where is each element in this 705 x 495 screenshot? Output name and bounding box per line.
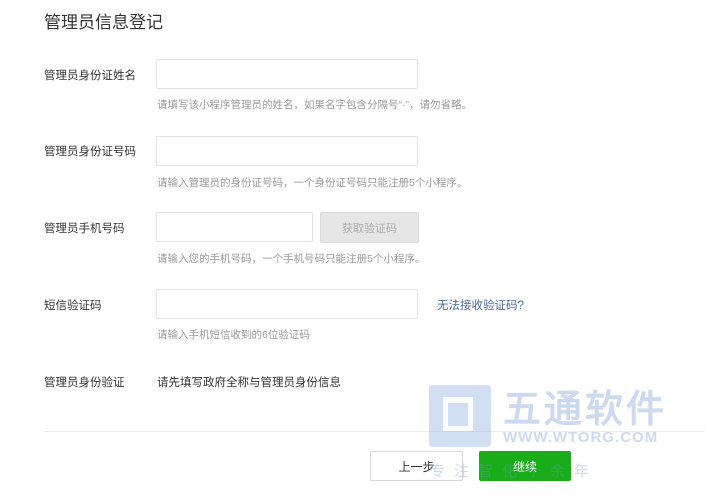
- phone-label: 管理员手机号码: [44, 223, 125, 235]
- sms-code-input[interactable]: [156, 289, 418, 319]
- id-number-label: 管理员身份证号码: [44, 146, 136, 158]
- sms-code-hint: 请输入手机短信收到的6位验证码: [157, 329, 310, 341]
- watermark-name: 五通软件: [503, 389, 668, 431]
- identity-verify-text: 请先填写政府全称与管理员身份信息: [157, 377, 341, 389]
- watermark-url: WWW.WTORG.COM: [503, 429, 659, 446]
- phone-input[interactable]: [156, 212, 313, 242]
- id-number-hint: 请输入管理员的身份证号码，一个身份证号码只能注册5个小程序。: [157, 177, 468, 189]
- watermark-logo-icon: [429, 385, 491, 447]
- page-title: 管理员信息登记: [44, 13, 163, 32]
- identity-verify-label: 管理员身份验证: [44, 377, 125, 389]
- name-label: 管理员身份证姓名: [44, 70, 136, 82]
- watermark-slogan: 专注智化十余年: [430, 463, 599, 480]
- name-hint: 请填写该小程序管理员的姓名，如果名字包含分隔号“·”，请勿省略。: [157, 99, 472, 111]
- id-number-input[interactable]: [156, 136, 418, 166]
- cannot-receive-code-link[interactable]: 无法接收验证码?: [437, 297, 524, 313]
- get-code-button[interactable]: 获取验证码: [320, 212, 419, 243]
- name-input[interactable]: [156, 59, 418, 89]
- sms-code-label: 短信验证码: [44, 300, 102, 312]
- phone-hint: 请输入您的手机号码，一个手机号码只能注册5个小程序。: [157, 253, 426, 265]
